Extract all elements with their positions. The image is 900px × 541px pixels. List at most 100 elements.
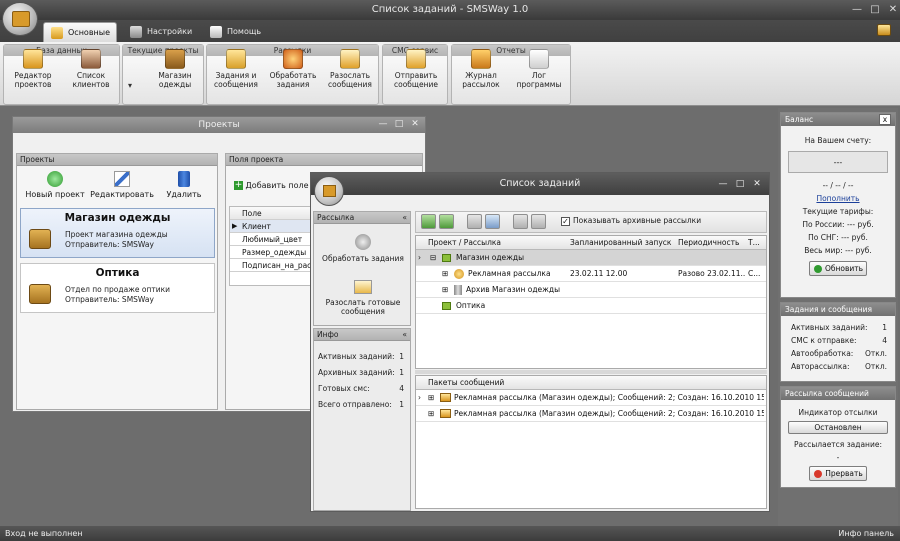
topup-link[interactable]: Пополнить: [781, 192, 895, 205]
row-pointer-icon: ›: [418, 393, 421, 402]
new-project-button[interactable]: Новый проект: [25, 171, 85, 205]
info-row: Архивных заданий: 1: [318, 368, 404, 377]
tab-main[interactable]: Основные: [43, 22, 117, 42]
tasks-info-section: Задания и сообщения Активных заданий: 1 С…: [780, 302, 896, 382]
briefcase-icon: [29, 229, 51, 249]
folder-icon: [440, 409, 451, 418]
project-editor-button[interactable]: Редактор проектов: [8, 47, 58, 95]
refresh-icon[interactable]: [467, 214, 482, 229]
tasks-info-row: СМС к отправке: 4: [791, 336, 887, 345]
minimize-button[interactable]: —: [848, 3, 866, 17]
tasks-grid-header: Проект / Рассылка Запланированный запуск…: [416, 236, 766, 250]
tree-toggle-icon[interactable]: ⊞: [428, 406, 434, 421]
sending-indicator-label: Индикатор отсылки: [798, 408, 878, 417]
send-messages-button[interactable]: Разослать сообщения: [325, 47, 375, 95]
projects-maximize-button[interactable]: □: [393, 118, 405, 131]
briefcase-icon: [165, 49, 185, 69]
tasks-minimize-button[interactable]: —: [717, 178, 729, 191]
collapse-icon[interactable]: «: [402, 329, 407, 341]
status-bar: Вход не выполнен Инфо панель: [0, 526, 900, 541]
show-archive-checkbox[interactable]: ✓: [561, 217, 570, 226]
tasks-maximize-button[interactable]: □: [734, 178, 746, 191]
packet-row[interactable]: ⊞ Рекламная рассылка (Магазин одежды); С…: [416, 406, 766, 422]
client-list-button[interactable]: Список клиентов: [66, 47, 116, 95]
clothing-store-button[interactable]: Магазин одежды: [150, 47, 200, 95]
document-icon: [529, 49, 549, 69]
gear-icon: [355, 234, 371, 250]
close-button[interactable]: ✕: [884, 3, 900, 17]
tasks-and-messages-button[interactable]: Задания и сообщения: [211, 47, 261, 95]
archive-icon[interactable]: [531, 214, 546, 229]
balance-close-button[interactable]: x: [879, 114, 891, 125]
tree-toggle-icon[interactable]: ⊞: [442, 266, 448, 281]
tree-toggle-icon[interactable]: ⊞: [428, 390, 434, 405]
projects-minimize-button[interactable]: —: [377, 118, 389, 131]
mailing-sidebar: Рассылка « Обработать задания Разослать …: [313, 211, 411, 326]
notification-icon[interactable]: [877, 24, 891, 36]
expand-all-icon[interactable]: [421, 214, 436, 229]
properties-icon[interactable]: [485, 214, 500, 229]
projects-list-panel: Проекты Новый проект Редактировать Удали…: [16, 153, 218, 410]
maximize-button[interactable]: □: [866, 3, 884, 17]
envelope-icon: [354, 280, 372, 294]
refresh-balance-button[interactable]: Обновить: [809, 261, 867, 276]
tasks-info-header: Задания и сообщения: [781, 303, 895, 316]
pencil-icon: [114, 171, 130, 187]
mailing-log-button[interactable]: Журнал рассылок: [456, 47, 506, 95]
process-tasks-link[interactable]: Обработать задания: [318, 234, 408, 274]
collapse-all-icon[interactable]: [439, 214, 454, 229]
envelope-icon: [340, 49, 360, 69]
delete-project-button[interactable]: Удалить: [159, 171, 209, 205]
pencil-note-icon: [23, 49, 43, 69]
program-log-button[interactable]: Лог программы: [514, 47, 564, 95]
balance-header: Баланс x: [781, 113, 895, 126]
project-card-optics[interactable]: Оптика Отдел по продаже оптики Отправите…: [20, 263, 215, 313]
edit-project-button[interactable]: Редактировать: [89, 171, 155, 205]
splitter[interactable]: [415, 370, 767, 374]
app-title: Список заданий - SMSWay 1.0: [371, 4, 529, 15]
tasks-window: Список заданий — □ ✕ Рассылка « Обработа…: [310, 172, 770, 512]
send-ready-messages-link[interactable]: Разослать готовые сообщения: [318, 280, 408, 324]
info-row: Готовых смс: 4: [318, 384, 404, 393]
task-row-project[interactable]: Оптика: [416, 298, 766, 314]
info-panel-toggle[interactable]: Инфо панель: [838, 526, 894, 541]
tree-toggle-icon[interactable]: ⊟: [430, 250, 436, 265]
balance-dates: -- / -- / --: [822, 181, 854, 190]
tab-settings[interactable]: Настройки: [123, 22, 201, 42]
delete-icon[interactable]: [513, 214, 528, 229]
tasks-close-button[interactable]: ✕: [751, 178, 763, 191]
stop-sending-button[interactable]: Прервать: [809, 466, 867, 481]
home-icon: [51, 27, 63, 39]
ribbon-group-reports: Журнал рассылок Лог программы Отчеты: [451, 44, 571, 105]
sending-status: Остановлен: [788, 421, 888, 434]
project-card-clothing[interactable]: Магазин одежды Проект магазина одежды От…: [20, 208, 215, 258]
project-description: Отдел по продаже оптики Отправитель: SMS…: [65, 285, 171, 304]
process-tasks-button[interactable]: Обработать задания: [268, 47, 318, 95]
mailing-section-header: Рассылка «: [314, 212, 410, 224]
tariff-cis: По СНГ: --- руб.: [808, 233, 868, 242]
clipboard-icon: [323, 185, 336, 197]
ribbon-group-current-projects: ▾ Магазин одежды Текущие проекты: [122, 44, 204, 105]
app-menu-orb[interactable]: [2, 2, 38, 36]
packet-row[interactable]: › ⊞ Рекламная рассылка (Магазин одежды);…: [416, 390, 766, 406]
sending-header: Рассылка сообщений: [781, 387, 895, 400]
ribbon-group-sms-service: Отправить сообщение СМС сервис: [382, 44, 448, 105]
projects-dropdown[interactable]: ▾: [128, 81, 138, 91]
tab-help[interactable]: Помощь: [203, 22, 273, 42]
projects-panel-header: Проекты: [17, 154, 217, 166]
tasks-window-title: Список заданий: [311, 173, 769, 195]
packets-grid: Пакеты сообщений › ⊞ Рекламная рассылка …: [415, 375, 767, 509]
trash-icon: [178, 171, 190, 187]
balance-label: На Вашем счету:: [804, 136, 872, 145]
sending-section: Рассылка сообщений Индикатор отсылки Ост…: [780, 386, 896, 488]
tree-toggle-icon[interactable]: ⊞: [442, 282, 448, 297]
tasks-window-logo: [314, 176, 344, 206]
send-message-button[interactable]: Отправить сообщение: [391, 47, 441, 95]
fields-panel-header: Поля проекта: [226, 154, 422, 166]
task-row[interactable]: ⊞ Рекламная рассылка 23.02.11 12.00 Разо…: [416, 266, 766, 282]
tasks-info-row: Авторассылка: Откл.: [791, 362, 887, 371]
task-row-project[interactable]: › ⊟ Магазин одежды: [416, 250, 766, 266]
collapse-icon[interactable]: «: [402, 212, 407, 224]
task-row[interactable]: ⊞ Архив Магазин одежды: [416, 282, 766, 298]
projects-close-button[interactable]: ✕: [409, 118, 421, 131]
